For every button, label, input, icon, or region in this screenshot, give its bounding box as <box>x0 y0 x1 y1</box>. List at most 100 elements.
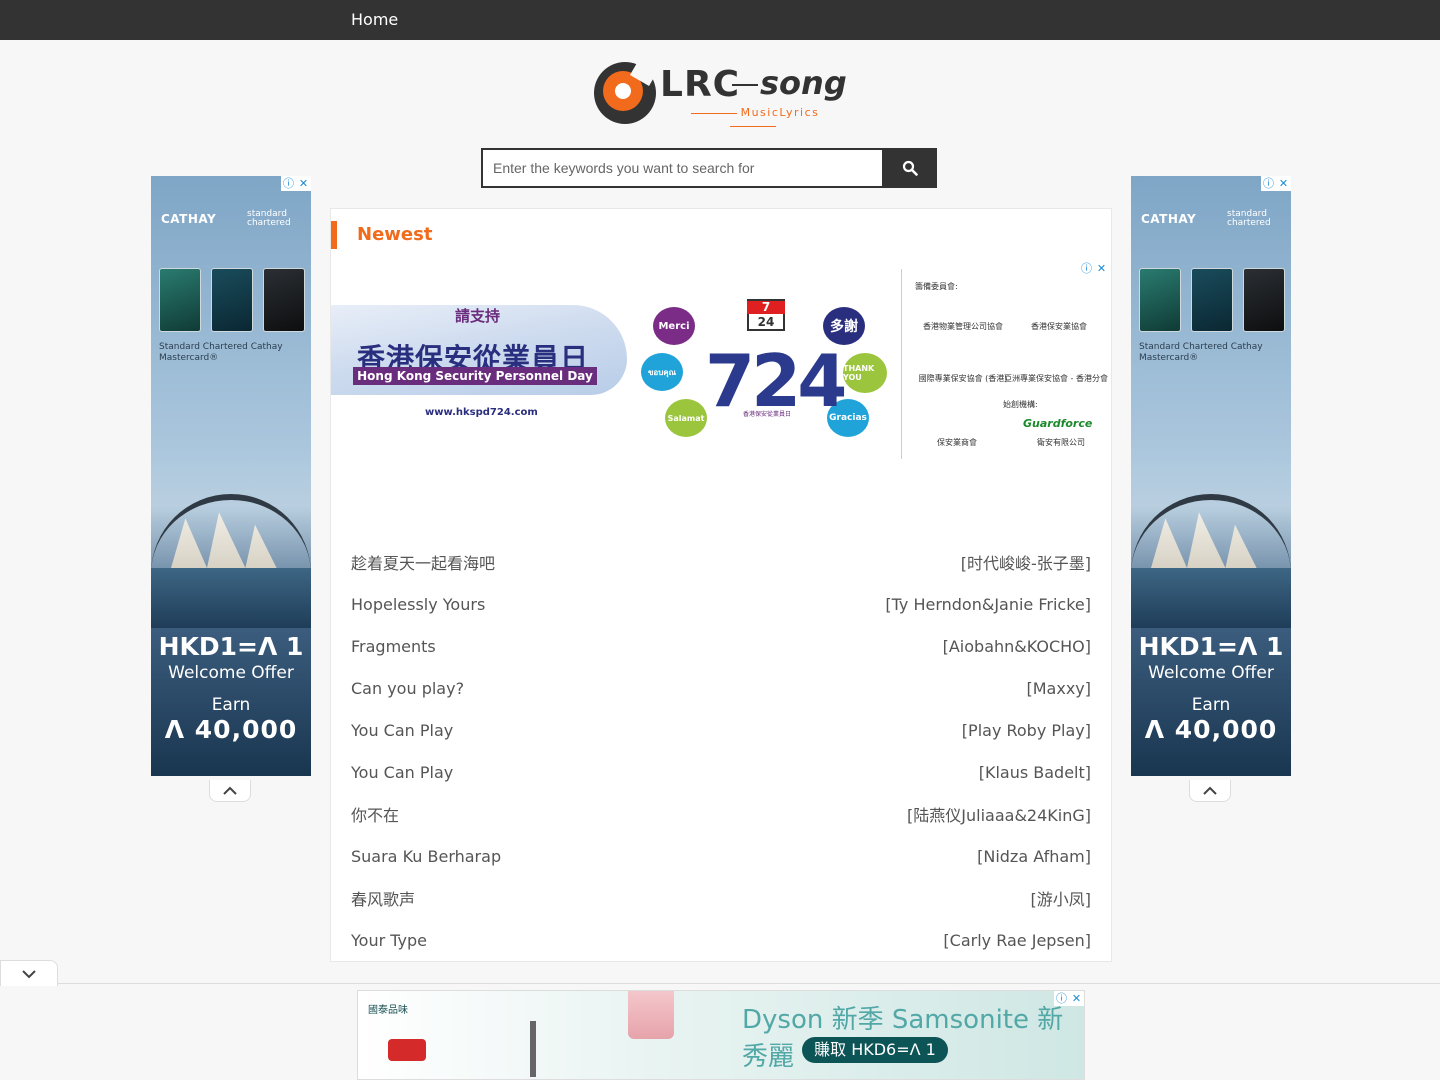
left-ad-collapse-button[interactable] <box>209 780 251 802</box>
ad-brand: CATHAY <box>1141 212 1197 226</box>
section-title: Newest <box>331 221 432 249</box>
sea-image <box>151 568 311 628</box>
right-side-ad[interactable]: ⓘ ✕ CATHAY standard chartered Standard C… <box>1131 176 1291 776</box>
ad-founder: 衛安有限公司 <box>1037 438 1085 447</box>
song-title-link[interactable]: You Can Play <box>351 763 453 782</box>
song-artist-link[interactable]: [陆燕仪Juliaaa&24KinG] <box>907 802 1091 826</box>
ad-support-text: 請支持 <box>455 307 501 325</box>
ad-card-name: Standard Chartered Cathay Mastercard® <box>1139 342 1263 363</box>
list-item: 你不在 [陆燕仪Juliaaa&24KinG] <box>351 793 1091 835</box>
search-icon <box>902 160 918 176</box>
ad-offer: HKD1=Ʌ 1 Welcome Offer Earn Ʌ 40,000 <box>158 632 304 744</box>
ad-close-icon[interactable]: ✕ <box>1094 261 1109 276</box>
song-title-link[interactable]: Hopelessly Yours <box>351 595 485 614</box>
ad-close-icon[interactable]: ✕ <box>296 176 311 191</box>
song-title-link[interactable]: Your Type <box>351 931 427 950</box>
ad-org: 香港保安業協會 <box>1031 322 1087 331</box>
sea-image <box>1131 568 1291 628</box>
ad-brand: 國泰品味 <box>368 1005 408 1016</box>
song-list: 趁着夏天一起看海吧 [时代峻峻-张子墨] Hopelessly Yours [Ty … <box>351 541 1091 961</box>
list-item: 春风歌声 [游小凤] <box>351 877 1091 919</box>
ad-partner: standard chartered <box>1227 209 1271 228</box>
song-artist-link[interactable]: [时代峻峻-张子墨] <box>961 550 1091 574</box>
ad-choices[interactable]: ⓘ ✕ <box>1261 176 1291 191</box>
list-item: Fragments [Aiobahn&KOCHO] <box>351 625 1091 667</box>
list-item: Can you play? [Maxxy] <box>351 667 1091 709</box>
song-title-link[interactable]: Suara Ku Berharap <box>351 847 501 866</box>
search-input[interactable] <box>481 148 882 188</box>
logo-arrow <box>732 84 758 86</box>
ad-info-icon[interactable]: ⓘ <box>1261 176 1276 191</box>
ad-site-url: www.hkspd724.com <box>425 407 538 418</box>
song-title-link[interactable]: Can you play? <box>351 679 464 698</box>
bottom-anchor-ad[interactable]: ⓘ ✕ 國泰品味 Dyson 新季 Samsonite 新秀麗 賺取 HKD6=… <box>357 990 1085 1080</box>
ad-org: 亞洲專業保安協會 - 香港分會 <box>1004 374 1108 383</box>
credit-card-images <box>1139 268 1285 332</box>
chevron-down-icon <box>22 969 36 978</box>
speech-bubble: Merci <box>653 307 695 345</box>
ad-card-name: Standard Chartered Cathay Mastercard® <box>159 342 283 363</box>
ad-founder: Guardforce <box>1023 417 1093 430</box>
ad-partner: standard chartered <box>247 209 291 228</box>
calendar-icon: 7 24 <box>747 299 785 331</box>
song-title-link[interactable]: 趁着夏天一起看海吧 <box>351 550 495 574</box>
anchor-ad-toggle-button[interactable] <box>0 960 58 986</box>
song-artist-link[interactable]: [Nidza Afham] <box>977 847 1091 866</box>
list-item: Suara Ku Berharap [Nidza Afham] <box>351 835 1091 877</box>
top-nav-bar: Home <box>0 0 1440 40</box>
search-form <box>481 148 937 188</box>
song-artist-link[interactable]: [Maxxy] <box>1027 679 1092 698</box>
logo-tagline: MusicLyrics <box>660 106 846 132</box>
song-title-link[interactable]: 你不在 <box>351 802 399 826</box>
song-title-link[interactable]: 春风歌声 <box>351 886 415 910</box>
right-ad-collapse-button[interactable] <box>1189 780 1231 802</box>
left-side-ad[interactable]: ⓘ ✕ CATHAY standard chartered Standard C… <box>151 176 311 776</box>
list-item: Hopelessly Yours [Ty Herndon&Janie Fricke… <box>351 583 1091 625</box>
logo-song-text: song <box>760 64 847 102</box>
newest-panel: Newest ⓘ ✕ 請支持 香港保安從業員日 Hong Kong Securi… <box>330 208 1112 962</box>
logo-lrc-text: LRC <box>660 64 741 105</box>
chevron-up-icon <box>1203 786 1217 795</box>
hair-dryer-image <box>530 1021 536 1077</box>
speech-bubble: Salamat <box>665 399 707 437</box>
song-artist-link[interactable]: [Carly Rae Jepsen] <box>943 931 1091 950</box>
song-artist-link[interactable]: [Ty Herndon&Janie Fricke] <box>885 595 1091 614</box>
vinyl-disc-icon <box>594 55 661 124</box>
site-logo[interactable]: LRC song MusicLyrics <box>594 55 848 126</box>
ad-divider <box>901 269 902 459</box>
cookware-image <box>388 1039 426 1061</box>
song-artist-link[interactable]: [Klaus Badelt] <box>979 763 1091 782</box>
speech-bubble: THANK YOU <box>843 353 887 393</box>
credit-card-images <box>159 268 305 332</box>
ad-founder-heading: 始創機構: <box>1003 400 1038 409</box>
song-title-link[interactable]: You Can Play <box>351 721 453 740</box>
ad-info-icon[interactable]: ⓘ <box>281 176 296 191</box>
ad-founder: 保安業商會 <box>937 438 977 447</box>
ad-close-icon[interactable]: ✕ <box>1276 176 1291 191</box>
song-artist-link[interactable]: [游小凤] <box>1031 886 1092 910</box>
list-item: 趁着夏天一起看海吧 [时代峻峻-张子墨] <box>351 541 1091 583</box>
speech-bubble: ขอบคุณ <box>641 353 683 391</box>
ad-choices[interactable]: ⓘ ✕ <box>1079 261 1109 276</box>
nav-home-link[interactable]: Home <box>351 10 398 29</box>
suitcase-image <box>628 991 674 1039</box>
song-title-link[interactable]: Fragments <box>351 637 436 656</box>
ad-cta-button[interactable]: 賺取 HKD6=Ʌ 1 <box>802 1037 948 1063</box>
search-button[interactable] <box>882 148 937 188</box>
ad-event-ribbon: Hong Kong Security Personnel Day <box>353 367 597 385</box>
ad-info-icon[interactable]: ⓘ <box>1079 261 1094 276</box>
ad-org: 國際專業保安協會 (香港) <box>918 374 1008 383</box>
chevron-up-icon <box>223 786 237 795</box>
song-artist-link[interactable]: [Aiobahn&KOCHO] <box>943 637 1091 656</box>
list-item: You Can Play [Klaus Badelt] <box>351 751 1091 793</box>
list-item: Your Type [Carly Rae Jepsen] <box>351 919 1091 961</box>
list-item: You Can Play [Play Roby Play] <box>351 709 1091 751</box>
ad-org: 香港物業管理公司協會 <box>923 322 1003 331</box>
ad-brand: CATHAY <box>161 212 217 226</box>
ad-choices[interactable]: ⓘ ✕ <box>281 176 311 191</box>
song-artist-link[interactable]: [Play Roby Play] <box>962 721 1091 740</box>
ad-org-heading: 籌備委員會: <box>915 282 958 291</box>
inline-banner-ad[interactable]: ⓘ ✕ 請支持 香港保安從業員日 Hong Kong Security Pers… <box>331 261 1111 471</box>
anchor-ad-border <box>0 983 1440 984</box>
ad-724-caption: 香港保安從業員日 <box>743 411 792 418</box>
